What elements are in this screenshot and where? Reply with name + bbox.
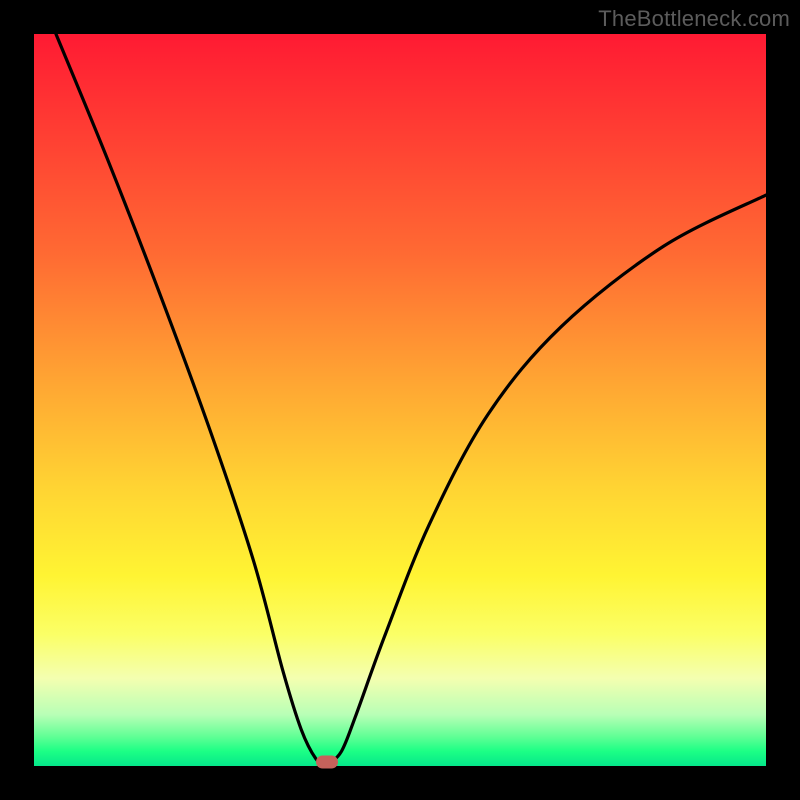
- curve-layer: [34, 34, 766, 766]
- chart-frame: TheBottleneck.com: [0, 0, 800, 800]
- bottleneck-curve-left: [56, 34, 327, 766]
- bottleneck-curve-right: [327, 195, 766, 766]
- plot-area: [34, 34, 766, 766]
- min-marker: [316, 756, 338, 769]
- watermark-text: TheBottleneck.com: [598, 6, 790, 32]
